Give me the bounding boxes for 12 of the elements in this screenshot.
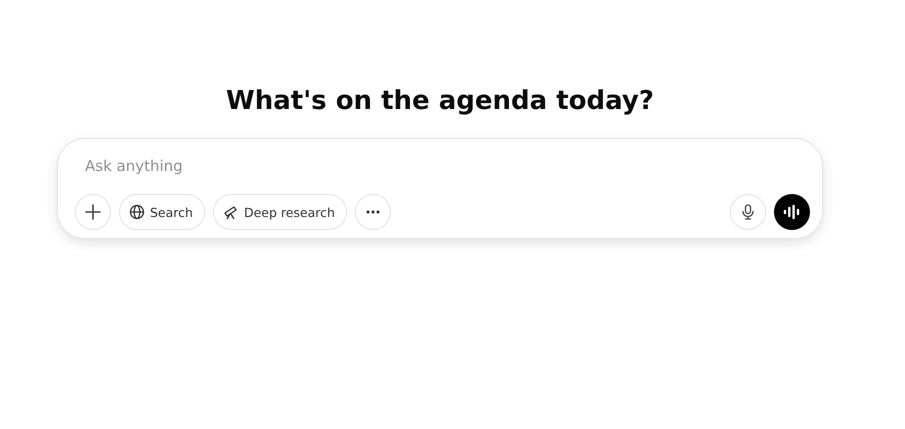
voice-mode-button[interactable]: [774, 194, 810, 230]
more-icon: [366, 210, 380, 214]
sound-wave-icon: [783, 204, 801, 220]
page-heading: What's on the agenda today?: [226, 86, 654, 116]
search-button[interactable]: Search: [119, 194, 205, 230]
microphone-icon: [742, 204, 754, 220]
telescope-icon: [222, 204, 239, 220]
deep-research-button[interactable]: Deep research: [212, 194, 347, 230]
globe-icon: [129, 204, 145, 220]
plus-icon: [85, 204, 101, 220]
microphone-button[interactable]: [730, 194, 766, 230]
add-button[interactable]: [75, 194, 111, 230]
